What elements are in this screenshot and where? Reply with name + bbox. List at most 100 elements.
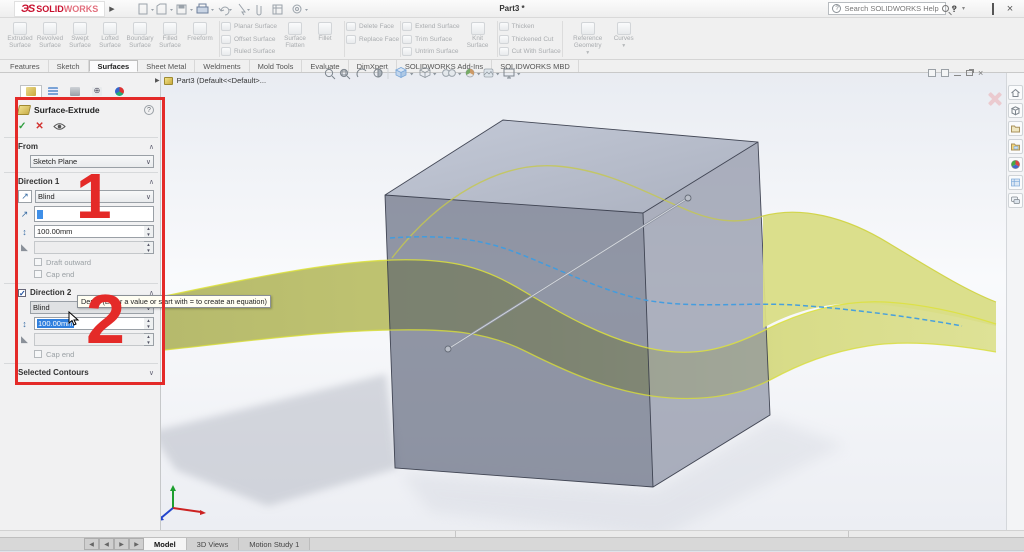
flyout-feature-tree[interactable]: ▶ Part3 (Default<<Default>...: [155, 76, 266, 85]
design-library-icon[interactable]: [1008, 121, 1023, 136]
filled-surface-button[interactable]: Filled Surface: [155, 20, 185, 58]
tab-3d-views[interactable]: 3D Views: [186, 538, 240, 550]
search-input[interactable]: Search SOLIDWORKS Help: [844, 4, 938, 13]
extruded-surface-button[interactable]: Extruded Surface: [5, 20, 35, 58]
view-orientation-icon: [395, 67, 407, 79]
fillet-icon: [318, 22, 332, 35]
reference-group: Reference Geometry ▼ Curves ▼: [564, 19, 642, 59]
tab-sketch[interactable]: Sketch: [49, 60, 89, 72]
tab-motion-study-1[interactable]: Motion Study 1: [239, 538, 311, 550]
zoom-area-icon: [339, 68, 351, 80]
dropdown-icon: [477, 73, 481, 76]
tab-model[interactable]: Model: [144, 538, 187, 550]
untrim-surface-icon: [402, 47, 413, 56]
resources-icon[interactable]: [1008, 103, 1023, 118]
line-endpoint-marker[interactable]: [444, 345, 452, 353]
close-button[interactable]: ×: [1004, 3, 1016, 15]
thickened-cut-icon: [498, 34, 509, 44]
logo-ds-icon: ЭS: [21, 2, 35, 15]
knit-surface-button[interactable]: Knit Surface: [463, 20, 493, 58]
delete-face-button[interactable]: Delete Face: [346, 21, 399, 32]
cascade-window-icon[interactable]: [941, 69, 949, 77]
tab-surfaces[interactable]: Surfaces: [88, 60, 139, 72]
freeform-icon: [193, 22, 207, 35]
extend-trim-group: Extend Surface Trim Surface Untrim Surfa…: [402, 19, 460, 59]
doc-minimize-button[interactable]: [954, 75, 961, 76]
search-box[interactable]: ? Search SOLIDWORKS Help ▾: [828, 2, 955, 15]
ruled-surface-button[interactable]: Ruled Surface: [221, 46, 277, 57]
faded-close-marker: [986, 91, 1002, 107]
fillet-button[interactable]: Fillet: [310, 20, 340, 58]
offset-surface-icon: [221, 34, 231, 44]
help-dropdown-icon[interactable]: ▾: [962, 5, 965, 12]
doc-restore-button[interactable]: [966, 70, 973, 76]
flatten-group: Surface Flatten Fillet: [277, 19, 343, 59]
tab-nav-buttons[interactable]: ◀ ◀ ▶ ▶: [84, 538, 144, 550]
extruded-surface-icon: [13, 22, 27, 35]
tab-features[interactable]: Features: [2, 60, 49, 72]
revolved-surface-icon: [43, 22, 57, 35]
untrim-surface-button[interactable]: Untrim Surface: [402, 46, 459, 57]
section-view-icon: [373, 68, 383, 78]
undo-icon: [218, 6, 230, 15]
home-icon[interactable]: [1008, 85, 1023, 100]
revolved-surface-button[interactable]: Revolved Surface: [35, 20, 65, 58]
appearances-icon[interactable]: [1008, 157, 1023, 172]
tab-weldments[interactable]: Weldments: [195, 60, 250, 72]
ruled-surface-icon: [221, 47, 231, 56]
nav-last-icon[interactable]: ▶: [129, 538, 144, 550]
thicken-icon: [498, 22, 509, 31]
curves-button[interactable]: Curves ▼: [609, 20, 639, 58]
delete-face-icon: [346, 22, 356, 31]
planar-surface-button[interactable]: Planar Surface: [221, 21, 277, 32]
trim-surface-button[interactable]: Trim Surface: [402, 34, 459, 45]
freeform-button[interactable]: Freeform: [185, 20, 215, 58]
select-cursor-icon: [238, 3, 246, 15]
restore-button[interactable]: [987, 2, 999, 15]
tab-mold-tools[interactable]: Mold Tools: [250, 60, 303, 72]
custom-properties-icon[interactable]: [1008, 193, 1023, 208]
surface-flatten-button[interactable]: Surface Flatten: [280, 20, 310, 58]
lofted-surface-button[interactable]: Lofted Surface: [95, 20, 125, 58]
doc-close-button[interactable]: ×: [978, 68, 983, 78]
extend-surface-button[interactable]: Extend Surface: [402, 21, 460, 32]
cut-with-surface-icon: [498, 47, 509, 56]
filled-surface-icon: [163, 22, 177, 35]
surface-create-group: Extruded Surface Revolved Surface Swept …: [2, 19, 218, 59]
cube-front-face[interactable]: [385, 195, 653, 487]
file-explorer-icon[interactable]: [1008, 139, 1023, 154]
quick-access-toolbar[interactable]: [137, 2, 312, 16]
planar-surface-icon: [221, 22, 231, 31]
thickened-cut-button[interactable]: Thickened Cut: [498, 34, 561, 45]
zoom-fit-icon: [324, 68, 336, 80]
view-palette-icon[interactable]: [1008, 175, 1023, 190]
tree-expand-icon[interactable]: ▶: [155, 77, 160, 84]
status-splitter[interactable]: [0, 530, 1024, 537]
hide-show-items-icon: [442, 69, 456, 77]
cut-with-surface-button[interactable]: Cut With Surface: [498, 46, 561, 57]
tab-sheet-metal[interactable]: Sheet Metal: [138, 60, 196, 72]
dropdown-icon: [517, 73, 521, 76]
part-icon: [163, 76, 173, 85]
tree-root-label[interactable]: Part3 (Default<<Default>...: [177, 76, 266, 85]
nav-first-icon[interactable]: ◀: [84, 538, 99, 550]
line-endpoint-marker[interactable]: [684, 194, 692, 202]
offset-surface-button[interactable]: Offset Surface: [221, 34, 277, 45]
new-window-icon[interactable]: [928, 69, 936, 77]
search-icon[interactable]: [941, 5, 949, 12]
nav-prev-icon[interactable]: ◀: [99, 538, 114, 550]
menu-flyout-arrow-icon[interactable]: ▶: [109, 5, 114, 13]
command-manager-ribbon: Extruded Surface Revolved Surface Swept …: [0, 18, 1024, 60]
swept-surface-button[interactable]: Swept Surface: [65, 20, 95, 58]
reference-geometry-button[interactable]: Reference Geometry ▼: [567, 20, 609, 58]
heads-up-view-toolbar[interactable]: [322, 66, 522, 81]
replace-face-button[interactable]: Replace Face: [346, 34, 399, 45]
cube-body[interactable]: [384, 119, 771, 488]
attach-icon: [256, 4, 262, 15]
nav-next-icon[interactable]: ▶: [114, 538, 129, 550]
search-help-icon: ?: [832, 4, 842, 13]
display-manager-icon: [114, 87, 124, 96]
thicken-button[interactable]: Thicken: [498, 21, 561, 32]
boundary-surface-button[interactable]: Boundary Surface: [125, 20, 155, 58]
help-button[interactable]: ?: [951, 4, 957, 14]
